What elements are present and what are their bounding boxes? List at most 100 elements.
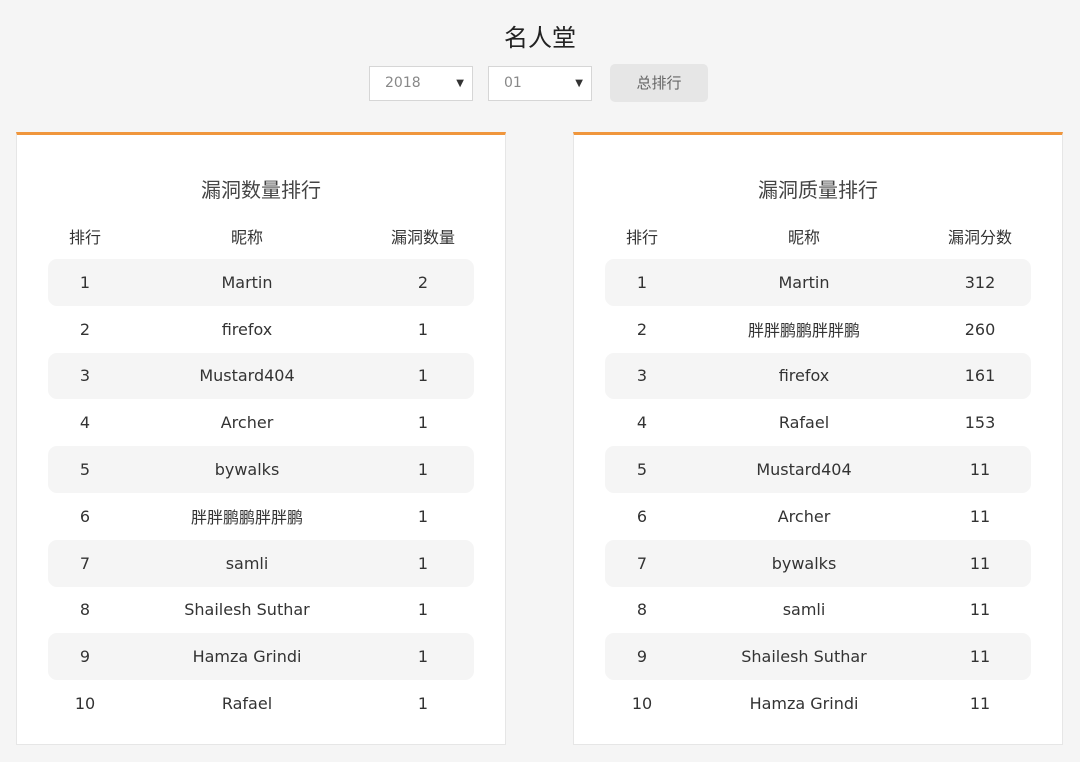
table-row: 3 Mustard404 1 <box>48 352 474 400</box>
table-row: 8 samli 11 <box>605 587 1031 634</box>
nickname-cell: Rafael <box>221 694 273 714</box>
rank-cell: 3 <box>79 366 91 386</box>
value-cell: 11 <box>969 647 991 667</box>
rank-cell: 2 <box>79 319 91 339</box>
value-cell: 1 <box>417 506 429 526</box>
rank-cell: 9 <box>636 647 648 667</box>
table-row: 6 Archer 11 <box>605 493 1031 540</box>
value-cell: 11 <box>969 553 991 573</box>
table-row: 9 Hamza Grindi 1 <box>48 633 474 681</box>
table-row: 1 Martin 2 <box>48 259 474 306</box>
rank-cell: 6 <box>636 506 648 526</box>
value-cell: 1 <box>417 600 429 620</box>
value-cell: 2 <box>417 272 429 292</box>
rank-cell: 1 <box>79 272 91 292</box>
nickname-cell: Martin <box>778 272 830 292</box>
nickname-cell: firefox <box>778 366 830 386</box>
quantity-ranking-panel: 漏洞数量排行 排行 昵称 漏洞数量 1 Martin 2 2 firefox 1 3 Must… <box>16 132 506 745</box>
panel-title: 漏洞数量排行 <box>201 178 321 202</box>
page-title: 名人堂 <box>504 24 576 52</box>
table-row: 2 firefox 1 <box>48 306 474 353</box>
month-select[interactable]: 01 ▼ <box>488 65 592 101</box>
nickname-cell: Shailesh Suthar <box>184 600 310 620</box>
nickname-cell: 胖胖鹏鹏胖胖鹏 <box>190 508 303 528</box>
table-body: 1 Martin 2 2 firefox 1 3 Mustard404 1 4 Archer 1 5 by… <box>48 259 474 727</box>
table-header: 排行 昵称 漏洞分数 <box>605 222 1031 250</box>
year-select-value: 2018 <box>385 74 421 91</box>
table-row: 7 bywalks 11 <box>605 539 1031 587</box>
table-row: 5 Mustard404 11 <box>605 446 1031 493</box>
header-nickname: 昵称 <box>787 228 820 247</box>
table-row: 6 胖胖鹏鹏胖胖鹏 1 <box>48 493 474 540</box>
rank-cell: 2 <box>636 319 648 339</box>
value-cell: 11 <box>969 506 991 526</box>
table-row: 4 Archer 1 <box>48 399 474 446</box>
value-cell: 260 <box>964 319 996 339</box>
quality-ranking-panel: 漏洞质量排行 排行 昵称 漏洞分数 1 Martin 312 2 胖胖鹏鹏胖胖鹏 260 3… <box>573 132 1063 745</box>
nickname-cell: bywalks <box>214 460 280 480</box>
header-nickname: 昵称 <box>230 228 263 247</box>
value-cell: 1 <box>417 319 429 339</box>
value-cell: 161 <box>964 366 996 386</box>
rank-cell: 7 <box>636 553 648 573</box>
rank-cell: 4 <box>79 413 91 433</box>
table-row: 10 Hamza Grindi 11 <box>605 680 1031 727</box>
value-cell: 1 <box>417 694 429 714</box>
rank-cell: 6 <box>79 506 91 526</box>
rank-cell: 1 <box>636 272 648 292</box>
nickname-cell: Archer <box>220 413 274 433</box>
nickname-cell: samli <box>782 600 826 620</box>
rank-cell: 8 <box>79 600 91 620</box>
value-cell: 1 <box>417 366 429 386</box>
value-cell: 1 <box>417 413 429 433</box>
chevron-down-icon: ▼ <box>456 77 464 89</box>
rank-cell: 3 <box>636 366 648 386</box>
year-select[interactable]: 2018 ▼ <box>369 65 473 101</box>
table-row: 2 胖胖鹏鹏胖胖鹏 260 <box>605 306 1031 353</box>
value-cell: 1 <box>417 553 429 573</box>
table-header: 排行 昵称 漏洞数量 <box>48 222 474 250</box>
rank-cell: 10 <box>631 694 653 714</box>
filter-controls: 2018 ▼ 01 ▼ 总排行 <box>369 64 708 102</box>
nickname-cell: firefox <box>221 319 273 339</box>
rank-cell: 8 <box>636 600 648 620</box>
value-cell: 153 <box>964 413 996 433</box>
nickname-cell: Mustard404 <box>199 366 295 386</box>
header-vuln-score: 漏洞分数 <box>947 228 1012 247</box>
nickname-cell: samli <box>225 553 269 573</box>
table-row: 10 Rafael 1 <box>48 680 474 727</box>
rank-cell: 7 <box>79 553 91 573</box>
value-cell: 312 <box>964 272 996 292</box>
rank-cell: 5 <box>79 460 91 480</box>
header-rank: 排行 <box>625 228 658 247</box>
nickname-cell: Archer <box>777 506 831 526</box>
header-rank: 排行 <box>68 228 101 247</box>
rank-cell: 4 <box>636 413 648 433</box>
table-row: 9 Shailesh Suthar 11 <box>605 633 1031 681</box>
nickname-cell: bywalks <box>771 553 837 573</box>
rank-cell: 5 <box>636 460 648 480</box>
table-row: 4 Rafael 153 <box>605 399 1031 446</box>
header-vuln-count: 漏洞数量 <box>390 228 455 247</box>
table-row: 1 Martin 312 <box>605 259 1031 306</box>
total-ranking-button[interactable]: 总排行 <box>610 64 708 102</box>
rank-cell: 9 <box>79 647 91 667</box>
table-row: 7 samli 1 <box>48 539 474 587</box>
table-body: 1 Martin 312 2 胖胖鹏鹏胖胖鹏 260 3 firefox 161 4 Rafael 1… <box>605 259 1031 727</box>
value-cell: 11 <box>969 460 991 480</box>
value-cell: 1 <box>417 647 429 667</box>
value-cell: 11 <box>969 694 991 714</box>
value-cell: 1 <box>417 460 429 480</box>
month-select-value: 01 <box>504 74 522 91</box>
chevron-down-icon: ▼ <box>575 77 583 89</box>
nickname-cell: Mustard404 <box>756 460 852 480</box>
nickname-cell: Rafael <box>778 413 830 433</box>
nickname-cell: 胖胖鹏鹏胖胖鹏 <box>747 321 860 341</box>
nickname-cell: Hamza Grindi <box>192 647 302 667</box>
nickname-cell: Shailesh Suthar <box>741 647 867 667</box>
nickname-cell: Hamza Grindi <box>749 694 859 714</box>
nickname-cell: Martin <box>221 272 273 292</box>
panel-title: 漏洞质量排行 <box>758 178 878 202</box>
table-row: 5 bywalks 1 <box>48 446 474 493</box>
rank-cell: 10 <box>74 694 96 714</box>
